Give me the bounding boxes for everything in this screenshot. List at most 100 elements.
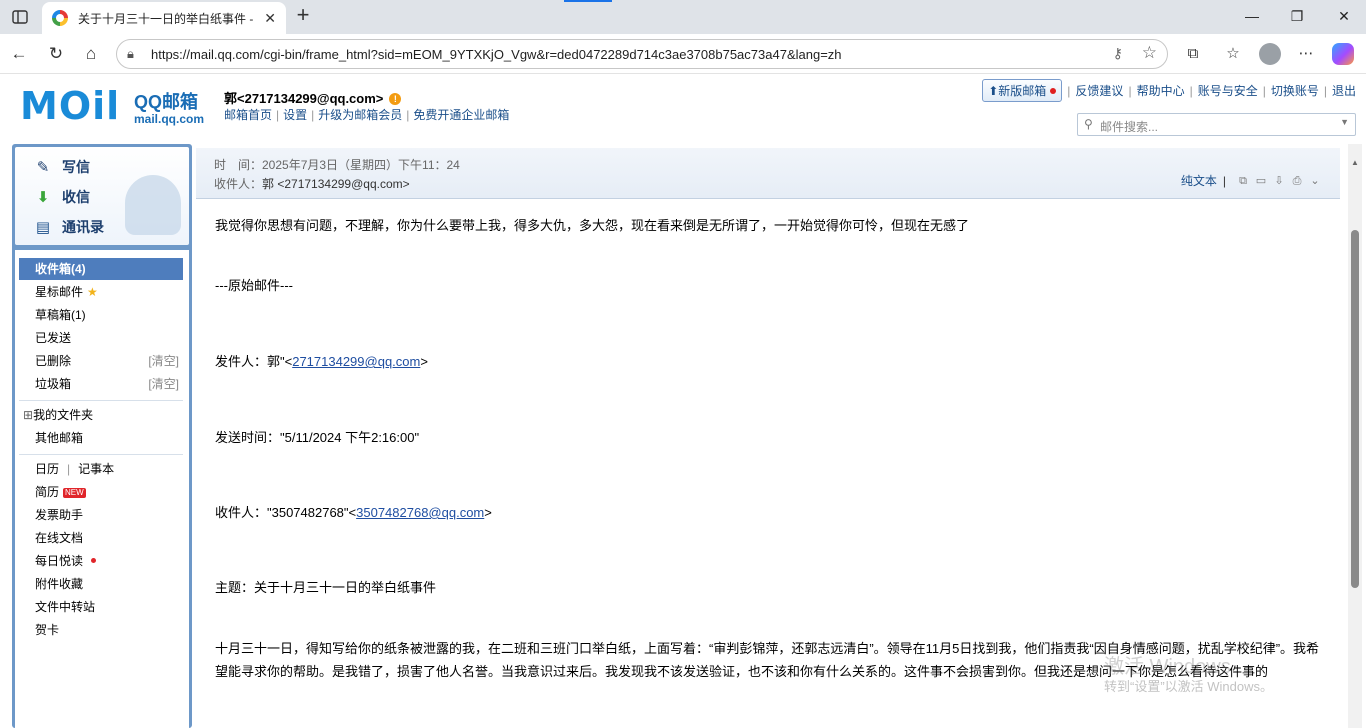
browser-tab[interactable]: 关于十月三十一日的举白纸事件 - ✕ [42,2,286,34]
close-window-icon[interactable]: ✕ [1334,8,1354,25]
link-enterprise-mail[interactable]: 免费开通企业邮箱 [413,108,509,122]
notes-link[interactable]: 记事本 [78,462,114,476]
profile-avatar[interactable] [1259,43,1281,65]
mail-search-input[interactable]: ⚲ 邮件搜索... ▼ [1077,113,1356,136]
empty-deleted-link[interactable]: [清空] [148,350,179,372]
compose-label: 写信 [62,159,90,175]
my-folders[interactable]: ⊞我的文件夹 [19,404,183,426]
file-transfer-link[interactable]: 文件中转站 [19,596,183,618]
contacts-button[interactable]: ▤ 通讯录 [33,216,104,238]
back-icon[interactable]: ← [8,43,30,65]
tool-label: 贺卡 [35,623,60,637]
url-bar[interactable]: 🔒︎ https://mail.qq.com/cgi-bin/frame_htm… [116,39,1168,69]
mail-reading-pane: 时 间：2025年7月3日（星期四）下午11：24 收件人：郭 <2717134… [192,144,1366,728]
attachment-favorites-link[interactable]: 附件收藏 [19,573,183,595]
original-sent-time: 发送时间："5/11/2024 下午2:16:00" [215,430,420,445]
tab-actions-icon[interactable] [8,6,32,28]
folder-inbox[interactable]: 收件箱(4) [19,258,183,280]
windows-activation-hint: 转到“设置”以激活 Windows。 [1104,679,1274,694]
copilot-icon[interactable] [1332,43,1354,65]
logo-mark: MOil [20,84,121,128]
original-recipient: 收件人："3507482768"<3507482768@qq.com> [215,501,492,524]
link-mail-home[interactable]: 邮箱首页 [224,108,272,122]
folder-starred[interactable]: 星标邮件 ★ [19,281,183,303]
daily-reading-link[interactable]: 每日悦读 [19,550,183,572]
minimize-icon[interactable]: — [1242,8,1262,24]
scroll-up-icon[interactable]: ▲ [1351,158,1359,167]
logo-name: QQ邮箱 [134,92,199,112]
recipient-email-link[interactable]: 3507482768@qq.com [356,505,484,520]
link-settings[interactable]: 设置 [283,108,307,122]
new-tab-button[interactable]: + [292,4,314,27]
tool-label: 附件收藏 [35,577,84,591]
document-icon[interactable]: ▭ [1254,175,1268,187]
new-window-icon[interactable]: ⧉ [1236,175,1250,187]
recipient2-suffix: > [484,505,492,520]
original-subject: 主题：关于十月三十一日的举白纸事件 [215,580,437,595]
contacts-label: 通讯录 [62,219,104,235]
account-name: 郭<2717134299@qq.com>! [224,88,402,107]
security-link[interactable]: 账号与安全 [1198,82,1258,99]
online-docs-link[interactable]: 在线文档 [19,527,183,549]
browser-tabbar: 关于十月三十一日的举白纸事件 - ✕ + — ❐ ✕ [0,0,1366,34]
invoice-assistant-link[interactable]: 发票助手 [19,504,183,526]
link-upgrade-vip[interactable]: 升级为邮箱会员 [318,108,402,122]
body-line-1: 我觉得你思想有问题，不理解，你为什么要带上我，得多大仇，多大怨，现在看来倒是无所… [215,218,970,233]
password-key-icon[interactable]: ⚷ [1113,45,1123,62]
up-arrow-icon: ⬆ [988,83,999,98]
expand-plus-icon[interactable]: ⊞ [23,408,33,422]
other-mailboxes[interactable]: 其他邮箱 [19,427,183,449]
divider [19,400,183,401]
tool-label: 在线文档 [35,531,84,545]
new-badge: NEW [63,488,86,498]
help-link[interactable]: 帮助中心 [1137,82,1185,99]
calendar-link[interactable]: 日历 [35,462,59,476]
url-text[interactable]: https://mail.qq.com/cgi-bin/frame_html?s… [151,47,842,62]
greeting-card-link[interactable]: 贺卡 [19,619,183,641]
windows-activation-watermark: 激活 Windows [1104,656,1231,678]
header-right-links: ⬆ 新版邮箱 | 反馈建议 | 帮助中心 | 账号与安全 | 切换账号 | 退出 [982,79,1356,102]
star-icon: ★ [87,285,98,299]
folder-label: 草稿箱(1) [35,308,86,322]
compose-button[interactable]: ✎ 写信 [33,156,90,178]
refresh-icon[interactable]: ↻ [45,43,67,65]
extensions-icon[interactable]: ⧉ [1182,43,1204,65]
home-icon[interactable]: ⌂ [80,43,102,65]
folder-sent[interactable]: 已发送 [19,327,183,349]
logout-link[interactable]: 退出 [1332,82,1356,99]
print-icon[interactable]: ⎙ [1290,175,1304,187]
folder-drafts[interactable]: 草稿箱(1) [19,304,183,326]
close-tab-icon[interactable]: ✕ [264,10,276,27]
receive-button[interactable]: ⬇ 收信 [33,186,90,208]
inbox-download-icon: ⬇ [36,189,50,206]
save-icon[interactable]: ⇩ [1272,175,1286,187]
feedback-link[interactable]: 反馈建议 [1075,82,1123,99]
mail-meta-header: 时 间：2025年7月3日（星期四）下午11：24 收件人：郭 <2717134… [196,148,1340,199]
tab-title: 关于十月三十一日的举白纸事件 - [78,11,254,26]
restore-icon[interactable]: ❐ [1287,8,1307,25]
resume-link[interactable]: 简历 NEW [19,481,183,503]
mail-recipient: 收件人：郭 <2717134299@qq.com> [214,175,410,192]
switch-account-link[interactable]: 切换账号 [1271,82,1319,99]
folder-deleted[interactable]: 已删除 [清空] [19,350,183,372]
chevron-down-icon[interactable]: ▼ [1340,117,1349,127]
warning-icon[interactable]: ! [389,93,402,105]
collapse-chevron-icon[interactable]: ⌄ [1308,175,1322,187]
compose-icon: ✎ [36,159,50,176]
favorite-star-icon[interactable]: ☆ [1142,43,1157,63]
plain-text-link[interactable]: 纯文本 [1181,172,1217,189]
more-menu-icon[interactable]: ⋯ [1295,43,1317,65]
sender-prefix: 发件人：郭"< [215,354,293,369]
empty-spam-link[interactable]: [清空] [148,373,179,395]
favorites-icon[interactable]: ☆ [1222,43,1244,65]
original-sender: 发件人：郭"<2717134299@qq.com> [215,350,428,373]
sender-email-link[interactable]: 2717134299@qq.com [292,354,420,369]
scrollbar-thumb[interactable] [1351,230,1359,588]
search-placeholder: 邮件搜索... [1100,120,1159,134]
folder-spam[interactable]: 垃圾箱 [清空] [19,373,183,395]
site-info-icon[interactable]: 🔒︎ [127,46,143,62]
page-scrollbar[interactable]: ▲ [1348,144,1362,728]
qq-mail-logo[interactable]: MOil QQ邮箱 mail.qq.com [20,86,210,130]
recipient2-prefix: 收件人："3507482768"< [215,505,357,520]
new-version-button[interactable]: ⬆ 新版邮箱 [982,79,1063,102]
